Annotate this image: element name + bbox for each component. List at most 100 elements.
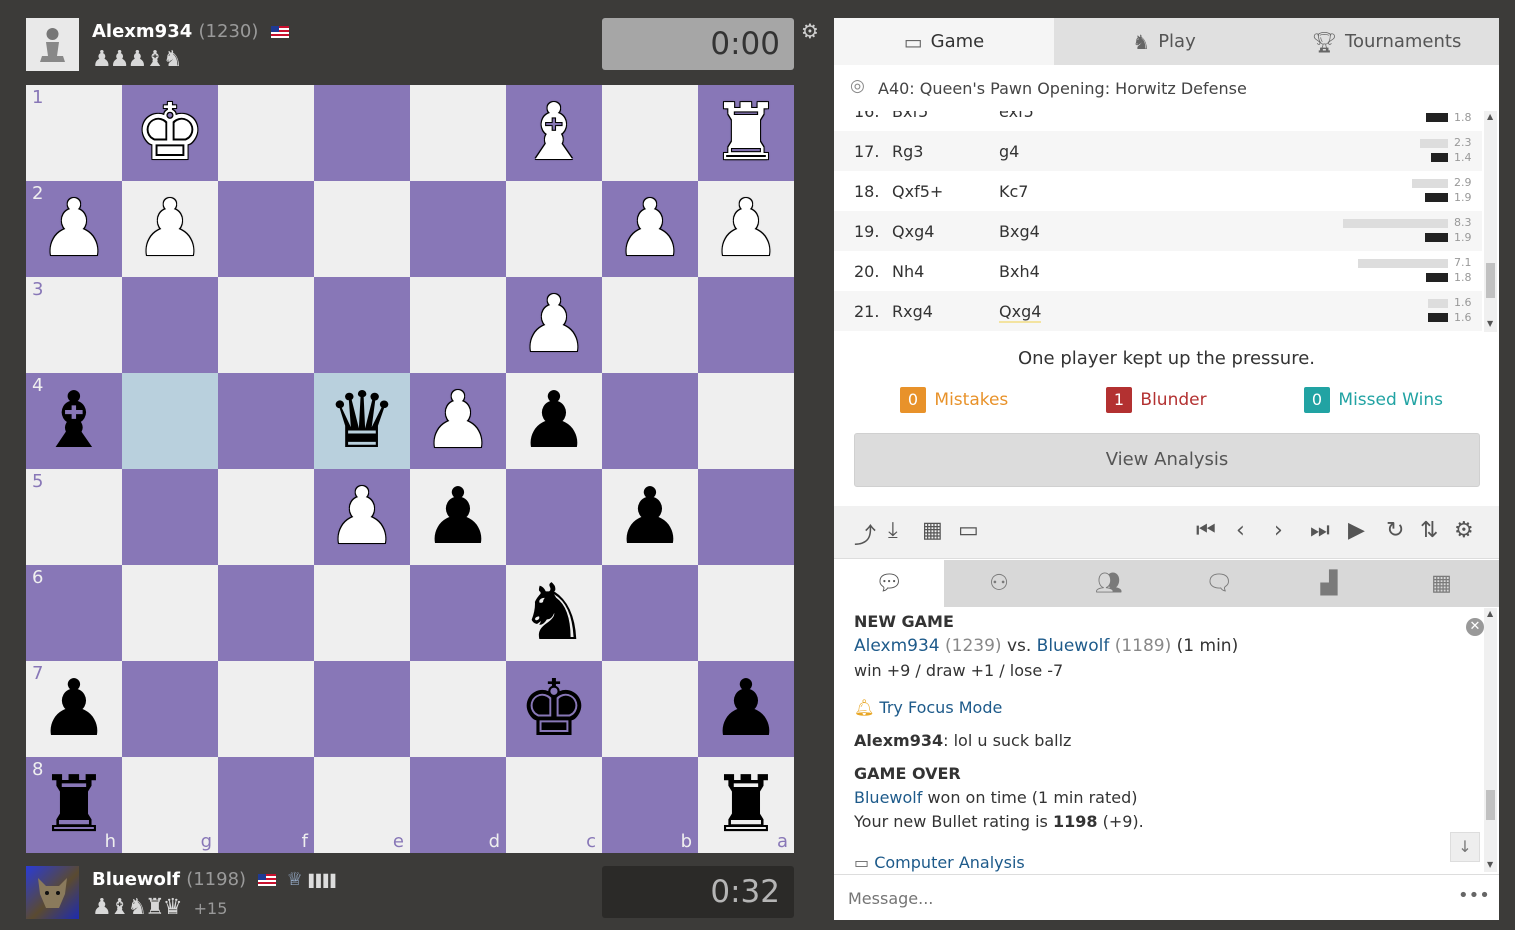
square-e5[interactable]: ♟ xyxy=(314,469,410,565)
square-f7[interactable] xyxy=(218,661,314,757)
square-e6[interactable] xyxy=(314,565,410,661)
message-input[interactable] xyxy=(846,885,1410,911)
square-c2[interactable] xyxy=(506,181,602,277)
black-piece[interactable]: ♚ xyxy=(519,670,589,748)
white-piece[interactable]: ♟ xyxy=(519,286,589,364)
message-author[interactable]: Alexm934 xyxy=(854,731,943,750)
missed-wins-stat[interactable]: 0 Missed Wins xyxy=(1304,387,1443,413)
square-a7[interactable]: ♟ xyxy=(698,661,794,757)
white-piece[interactable]: ♟ xyxy=(423,382,493,460)
square-b2[interactable]: ♟ xyxy=(602,181,698,277)
computer-analysis-line[interactable]: ▭ Computer Analysis xyxy=(854,853,1025,872)
white-move[interactable]: Bxf5 xyxy=(892,111,928,121)
scroll-down-arrow-icon[interactable]: ▼ xyxy=(1487,860,1493,869)
square-d7[interactable] xyxy=(410,661,506,757)
square-f5[interactable] xyxy=(218,469,314,565)
square-h5[interactable]: 5 xyxy=(26,469,122,565)
white-piece[interactable]: ♜ xyxy=(711,94,781,172)
white-piece[interactable]: ♝ xyxy=(519,94,589,172)
black-piece[interactable]: ♜ xyxy=(39,766,109,844)
square-c3[interactable]: ♟ xyxy=(506,277,602,373)
white-piece[interactable]: ♟ xyxy=(39,190,109,268)
square-e1[interactable] xyxy=(314,85,410,181)
black-move[interactable]: Qxg4 xyxy=(999,302,1042,323)
first-move-icon[interactable]: ⏮ xyxy=(1196,518,1216,543)
square-h6[interactable]: 6 xyxy=(26,565,122,661)
black-move[interactable]: g4 xyxy=(999,142,1019,161)
square-e8[interactable]: e xyxy=(314,757,410,853)
tab-game[interactable]: ▭ Game xyxy=(834,18,1054,65)
black-piece[interactable]: ♟ xyxy=(423,478,493,556)
square-b3[interactable] xyxy=(602,277,698,373)
white-piece[interactable]: ♟ xyxy=(327,478,397,556)
tab-tournaments[interactable]: 🏆︎ Tournaments xyxy=(1274,18,1499,65)
square-d1[interactable] xyxy=(410,85,506,181)
square-d3[interactable] xyxy=(410,277,506,373)
computer-analysis-icon[interactable]: ▭ xyxy=(958,518,979,543)
share-icon[interactable]: ⤴ xyxy=(854,518,876,550)
square-a4[interactable] xyxy=(698,373,794,469)
black-piece[interactable]: ♜ xyxy=(711,766,781,844)
opening-name[interactable]: A40: Queen's Pawn Opening: Horwitz Defen… xyxy=(878,79,1247,98)
settings-gear-icon[interactable]: ⚙ xyxy=(1454,518,1474,543)
square-h7[interactable]: 7 ♟ xyxy=(26,661,122,757)
black-piece[interactable]: ♞ xyxy=(519,574,589,652)
move-list[interactable]: 16. Bxf5 exf5 1.8 17. Rg3 g4 2.3 1.4 18. Qxf5+ Kc7 2… xyxy=(834,111,1482,331)
square-e7[interactable] xyxy=(314,661,410,757)
square-c8[interactable]: c xyxy=(506,757,602,853)
black-piece[interactable]: ♟ xyxy=(39,670,109,748)
more-options-icon[interactable]: ••• xyxy=(1458,885,1490,906)
board-settings-gear-icon[interactable]: ⚙ xyxy=(801,19,819,43)
blunder-stat[interactable]: 1 Blunder xyxy=(1106,387,1207,413)
square-g6[interactable] xyxy=(122,565,218,661)
chat-tab[interactable]: 💬︎ xyxy=(834,560,944,607)
black-piece[interactable]: ♟ xyxy=(711,670,781,748)
focus-mode-link[interactable]: Try Focus Mode xyxy=(879,698,1002,717)
square-g8[interactable]: g xyxy=(122,757,218,853)
white-move[interactable]: Rxg4 xyxy=(892,302,933,321)
scroll-to-bottom-icon[interactable]: ↓ xyxy=(1450,832,1480,862)
square-a2[interactable]: ♟ xyxy=(698,181,794,277)
square-b8[interactable]: b xyxy=(602,757,698,853)
computer-analysis-link[interactable]: Computer Analysis xyxy=(874,853,1025,872)
square-f3[interactable] xyxy=(218,277,314,373)
games-tab[interactable]: ▦ xyxy=(1384,560,1499,607)
mistakes-stat[interactable]: 0 Mistakes xyxy=(900,387,1008,413)
square-g5[interactable] xyxy=(122,469,218,565)
scroll-down-arrow-icon[interactable]: ▼ xyxy=(1487,319,1493,328)
white-piece[interactable]: ♚ xyxy=(135,94,205,172)
leaderboard-tab[interactable]: ▟ xyxy=(1274,560,1384,607)
square-a8[interactable]: a ♜ xyxy=(698,757,794,853)
black-move[interactable]: Bxg4 xyxy=(999,222,1040,241)
square-c5[interactable] xyxy=(506,469,602,565)
tab-play[interactable]: ♞ Play xyxy=(1054,18,1274,65)
play-icon[interactable]: ▶ xyxy=(1348,518,1365,543)
square-h3[interactable]: 3 xyxy=(26,277,122,373)
focus-mode-line[interactable]: 🔔︎ Try Focus Mode xyxy=(854,698,1002,717)
square-h2[interactable]: 2 ♟ xyxy=(26,181,122,277)
square-c1[interactable]: ♝ xyxy=(506,85,602,181)
square-a1[interactable]: ♜ xyxy=(698,85,794,181)
top-player-name[interactable]: Alexm934 xyxy=(92,21,192,42)
square-b6[interactable] xyxy=(602,565,698,661)
chess-board[interactable]: 1 ♚ ♝ ♜ 2 ♟ ♟ ♟ ♟ 3 ♟ 4 ♝ ♛ ♟ ♟ 5 ♟ ♟ ♟ 6 ♞ 7 ♟ ♚ ♟ 8 h ♜ g f e d c b a ♜ xyxy=(26,85,794,853)
watch-tab[interactable]: ⚇ xyxy=(944,560,1054,607)
previous-move-icon[interactable]: ‹ xyxy=(1236,518,1245,543)
white-move[interactable]: Qxf5+ xyxy=(892,182,943,201)
white-move[interactable]: Nh4 xyxy=(892,262,924,281)
winner-link[interactable]: Bluewolf xyxy=(854,788,922,807)
square-e4[interactable]: ♛ xyxy=(314,373,410,469)
square-a6[interactable] xyxy=(698,565,794,661)
square-f4[interactable] xyxy=(218,373,314,469)
player-link[interactable]: Alexm934 xyxy=(854,636,940,656)
square-c4[interactable]: ♟ xyxy=(506,373,602,469)
square-b1[interactable] xyxy=(602,85,698,181)
square-d2[interactable] xyxy=(410,181,506,277)
square-h4[interactable]: 4 ♝ xyxy=(26,373,122,469)
white-piece[interactable]: ♟ xyxy=(135,190,205,268)
square-g2[interactable]: ♟ xyxy=(122,181,218,277)
scroll-up-arrow-icon[interactable]: ▲ xyxy=(1487,112,1493,121)
black-move[interactable]: exf5 xyxy=(999,111,1034,121)
close-chat-icon[interactable]: ✕ xyxy=(1466,618,1484,636)
square-g4[interactable] xyxy=(122,373,218,469)
